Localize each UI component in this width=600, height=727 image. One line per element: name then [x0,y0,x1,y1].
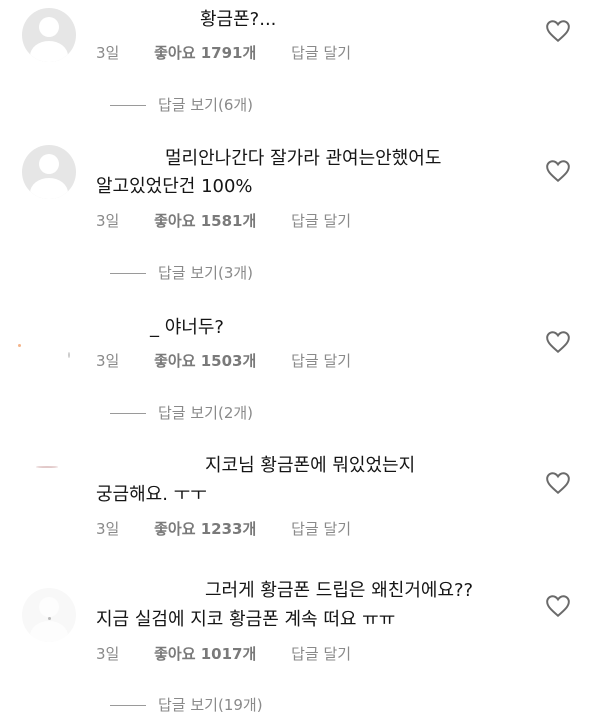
comment-text-line: 멀리안나간다 잘가라 관여는안했어도 [165,148,442,169]
view-replies-button[interactable]: 답글 보기(3개) [110,262,253,283]
reply-button[interactable]: 답글 달기 [291,44,351,62]
comment-text-line: 지코님 황금폰에 뭐있었는지 [205,455,416,476]
comment-age: 3일 [96,645,120,663]
heart-outline-icon[interactable] [545,19,571,43]
comment-text: 궁금해요. ㅜㅜ [96,481,530,509]
view-replies-label: 답글 보기(6개) [158,96,254,114]
comment-meta: 3일 좋아요 1233개 답글 달기 [96,518,381,539]
reply-button[interactable]: 답글 달기 [291,352,351,370]
avatar-remnant [68,352,70,358]
like-count[interactable]: 좋아요 1233개 [154,520,256,538]
avatar-remnant [18,344,21,347]
reply-button[interactable]: 답글 달기 [291,212,351,230]
default-avatar-icon[interactable] [22,145,76,199]
comment-meta: 3일 좋아요 1503개 답글 달기 [96,350,381,371]
reply-button[interactable]: 답글 달기 [291,645,351,663]
view-replies-label: 답글 보기(2개) [158,404,254,422]
comment-text-line: 지금 실검에 지코 황금폰 계속 떠요 ㅠㅠ [96,609,396,630]
comment-text-line: 알고있었단건 100% [96,176,253,197]
comment-text-line: 궁금해요. ㅜㅜ [96,484,207,505]
view-replies-button[interactable]: 답글 보기(6개) [110,94,253,115]
like-count[interactable]: 좋아요 1017개 [154,645,256,663]
heart-outline-icon[interactable] [545,159,571,183]
like-count[interactable]: 좋아요 1581개 [154,212,256,230]
like-count[interactable]: 좋아요 1503개 [154,352,256,370]
comment-text: 황금폰?... [200,6,530,34]
view-replies-button[interactable]: 답글 보기(19개) [110,694,263,715]
comment-age: 3일 [96,520,120,538]
divider-line [110,105,146,106]
comment-meta: 3일 좋아요 1791개 답글 달기 [96,42,381,63]
comment-text: 알고있었단건 100% [96,173,530,201]
comment-text-line: _ 야너두? [150,317,224,338]
divider-line [110,273,146,274]
comment-text-line: 황금폰?... [200,9,277,30]
view-replies-label: 답글 보기(19개) [158,696,263,714]
comment-meta: 3일 좋아요 1017개 답글 달기 [96,643,381,664]
view-replies-button[interactable]: 답글 보기(2개) [110,402,253,423]
default-avatar-icon[interactable] [22,588,76,642]
view-replies-label: 답글 보기(3개) [158,264,254,282]
comment-text: 지금 실검에 지코 황금폰 계속 떠요 ㅠㅠ [96,606,530,634]
comment-text: _ 야너두? [150,314,530,342]
comment-age: 3일 [96,352,120,370]
comment-meta: 3일 좋아요 1581개 답글 달기 [96,210,381,231]
heart-outline-icon[interactable] [545,594,571,618]
avatar-remnant [48,617,51,620]
comment-age: 3일 [96,44,120,62]
divider-line [110,705,146,706]
comment-text: 그러게 황금폰 드립은 왜친거에요?? [205,577,530,605]
comment-age: 3일 [96,212,120,230]
divider-line [110,413,146,414]
comment-text: 멀리안나간다 잘가라 관여는안했어도 [165,145,530,173]
heart-outline-icon[interactable] [545,471,571,495]
avatar-remnant [36,466,58,468]
reply-button[interactable]: 답글 달기 [291,520,351,538]
comment-text-line: 그러게 황금폰 드립은 왜친거에요?? [205,580,474,601]
default-avatar-icon[interactable] [22,8,76,62]
like-count[interactable]: 좋아요 1791개 [154,44,256,62]
comment-text: 지코님 황금폰에 뭐있었는지 [205,452,530,480]
heart-outline-icon[interactable] [545,330,571,354]
